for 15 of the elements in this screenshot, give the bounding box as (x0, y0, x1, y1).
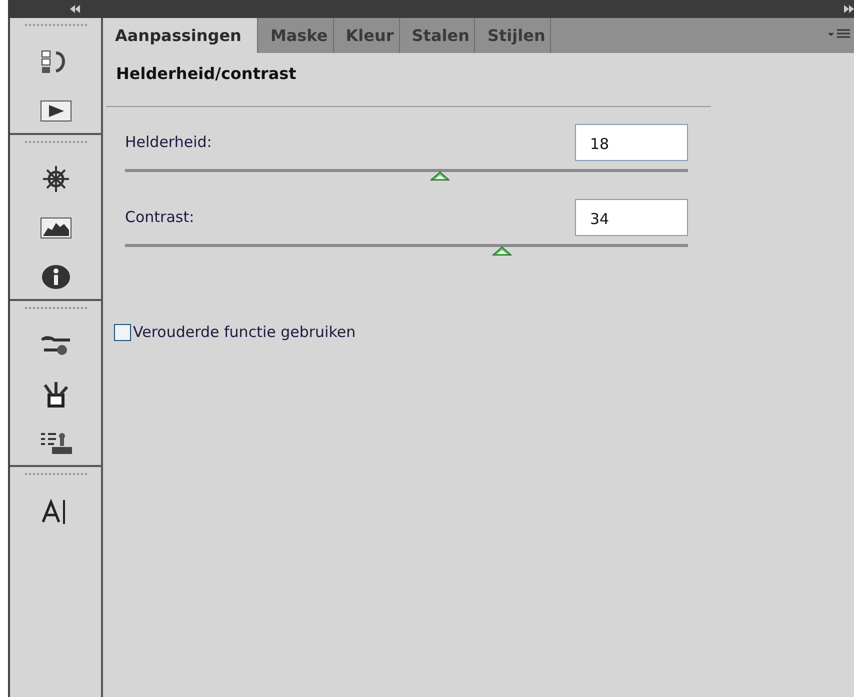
info-icon[interactable] (40, 264, 72, 291)
panel-tab[interactable]: Aanpassingen (103, 18, 258, 53)
expand-icon[interactable] (844, 5, 854, 13)
panel-menu-icon[interactable] (828, 29, 850, 39)
checkbox[interactable] (114, 324, 131, 341)
checkbox-label: Verouderde functie gebruiken (133, 322, 356, 343)
slider-label: Contrast: (125, 207, 194, 228)
slider-thumb[interactable] (430, 171, 450, 181)
value-field[interactable]: 34 (575, 199, 688, 236)
collapse-icon[interactable] (70, 5, 80, 13)
slider-label: Helderheid: (125, 132, 212, 154)
stamp-list-icon[interactable] (40, 430, 72, 457)
slider-thumb[interactable] (492, 246, 512, 256)
value-field[interactable]: 18 (575, 124, 688, 161)
panel-title: Helderheid/contrast (115, 63, 298, 85)
